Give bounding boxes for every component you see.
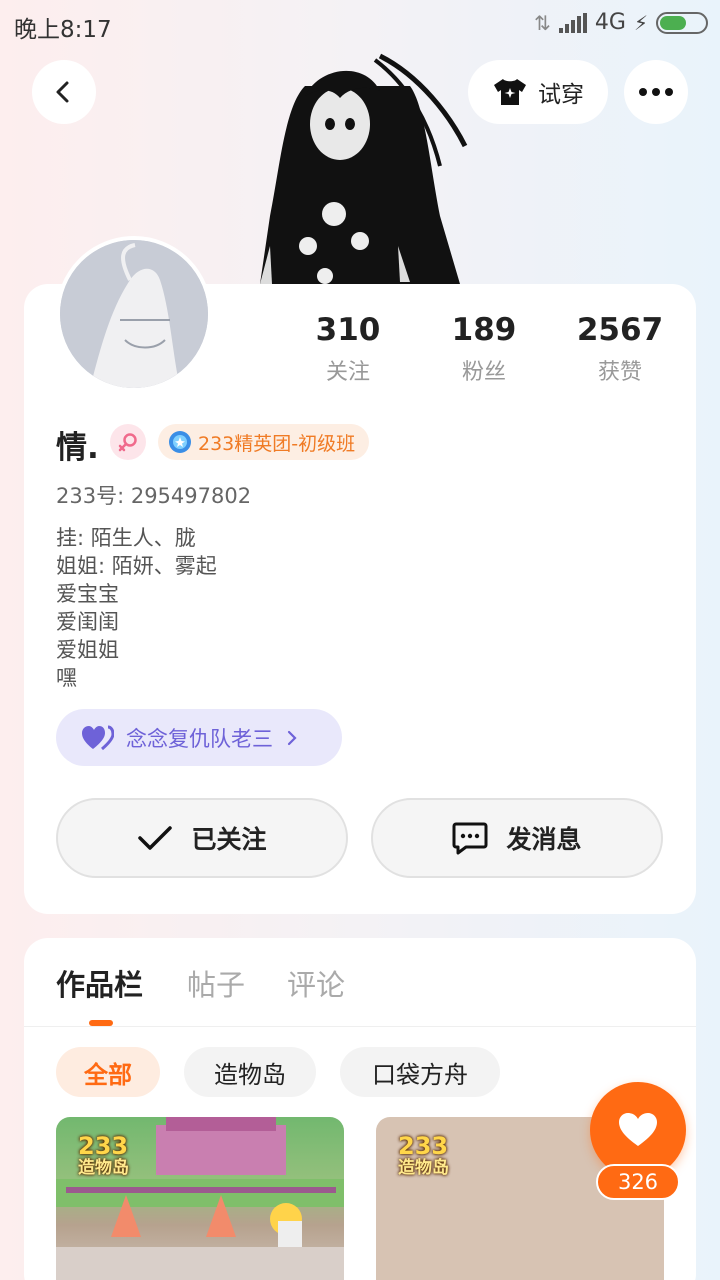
data-transfer-icon: ⇅ xyxy=(534,10,551,35)
signal-icon xyxy=(558,12,587,33)
guild-tag[interactable]: 念念复仇队老三 xyxy=(56,709,342,766)
game-logo: 233 造物岛 xyxy=(398,1132,449,1179)
user-id[interactable]: 233号: 295497802 xyxy=(56,480,251,510)
filter-all[interactable]: 全部 xyxy=(56,1047,160,1097)
tab-works[interactable]: 作品栏 xyxy=(56,962,143,1004)
chevron-right-icon xyxy=(287,730,297,745)
stat-number: 310 xyxy=(315,312,381,348)
tab-posts[interactable]: 帖子 xyxy=(187,962,245,1004)
heart-icon xyxy=(619,1113,657,1146)
logo-text: 造物岛 xyxy=(78,1158,129,1178)
bio-line: 嘿 xyxy=(56,666,77,690)
followed-label: 已关注 xyxy=(191,825,267,854)
bio-line: 爱姐姐 xyxy=(56,638,119,662)
status-icons: ⇅ 4G ⚡ xyxy=(534,10,708,35)
tab-divider xyxy=(24,1026,696,1027)
more-button[interactable] xyxy=(624,60,688,124)
like-count: 326 xyxy=(596,1164,680,1200)
avatar-figure[interactable] xyxy=(250,46,470,286)
send-message-button[interactable]: 发消息 xyxy=(371,798,663,878)
game-logo: 233 造物岛 xyxy=(78,1132,129,1179)
check-icon xyxy=(138,826,173,850)
status-time: 晚上8:17 xyxy=(14,17,112,43)
badge-label: 233精英团-初级班 xyxy=(198,432,356,455)
stat-label: 粉丝 xyxy=(461,360,506,385)
network-type: 4G xyxy=(594,10,626,35)
filter-creation-island[interactable]: 造物岛 xyxy=(184,1047,316,1097)
try-on-label: 试穿 xyxy=(538,82,584,108)
female-gender-icon xyxy=(110,424,146,460)
bio: 挂: 陌生人、胧 姐姐: 陌妍、雾起 爱宝宝 爱闺闺 爱姐姐 嘿 xyxy=(56,524,217,692)
shield-badge-icon xyxy=(169,431,191,453)
stat-number: 2567 xyxy=(576,312,664,348)
stat-likes[interactable]: 2567 获赞 xyxy=(550,312,690,386)
tab-comments[interactable]: 评论 xyxy=(287,962,345,1004)
chat-bubble-icon xyxy=(452,822,488,855)
filter-pocket-ark[interactable]: 口袋方舟 xyxy=(340,1047,500,1097)
followed-button[interactable]: 已关注 xyxy=(56,798,348,878)
logo-number: 233 xyxy=(78,1132,129,1160)
guild-label: 念念复仇队老三 xyxy=(126,726,273,751)
stat-label: 获赞 xyxy=(597,360,642,385)
back-button[interactable] xyxy=(32,60,96,124)
battery-icon xyxy=(656,11,708,34)
bio-line: 爱宝宝 xyxy=(56,582,119,606)
tshirt-icon xyxy=(494,79,526,105)
elite-badge[interactable]: 233精英团-初级班 xyxy=(158,424,370,460)
bio-line: 姐姐: 陌妍、雾起 xyxy=(56,554,217,578)
logo-number: 233 xyxy=(398,1132,449,1160)
avatar[interactable] xyxy=(56,236,212,392)
stat-fans[interactable]: 189 粉丝 xyxy=(414,312,554,386)
stat-following[interactable]: 310 关注 xyxy=(278,312,418,386)
stat-number: 189 xyxy=(451,312,517,348)
user-name: 情. xyxy=(56,430,99,466)
try-on-button[interactable]: 试穿 xyxy=(468,60,608,124)
stat-label: 关注 xyxy=(325,360,370,385)
logo-text: 造物岛 xyxy=(398,1158,449,1178)
bio-line: 爱闺闺 xyxy=(56,610,119,634)
chevron-left-icon xyxy=(56,81,69,103)
bio-line: 挂: 陌生人、胧 xyxy=(56,526,196,550)
charging-icon: ⚡ xyxy=(633,10,648,35)
work-thumbnail[interactable]: 233 造物岛 xyxy=(56,1117,344,1280)
send-message-label: 发消息 xyxy=(506,825,582,854)
more-dots-icon xyxy=(639,88,673,96)
double-heart-icon xyxy=(82,725,114,750)
